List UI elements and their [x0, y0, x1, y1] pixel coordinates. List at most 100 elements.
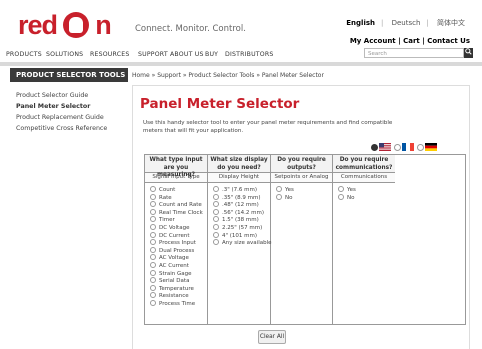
option-label: Real Time Clock	[159, 209, 203, 216]
option-row[interactable]: Timer	[150, 216, 207, 224]
logo-text-lion: n	[95, 10, 111, 40]
lang-chinese[interactable]: 简体中文	[434, 19, 468, 27]
radio-button[interactable]	[213, 239, 219, 246]
sidebar-item-panel-meter-selector[interactable]: Panel Meter Selector	[16, 101, 107, 112]
option-row[interactable]: No	[276, 193, 332, 202]
radio-button[interactable]	[150, 269, 156, 276]
radio-button[interactable]	[213, 208, 219, 215]
option-row[interactable]: DC Current	[150, 231, 207, 240]
radio-button[interactable]	[150, 208, 156, 215]
radio-button[interactable]	[150, 261, 156, 268]
radio-button[interactable]	[213, 186, 219, 192]
lang-english[interactable]: English	[343, 19, 378, 27]
header-divider	[0, 62, 482, 66]
option-row[interactable]: Process Input	[150, 239, 207, 247]
radio-button[interactable]	[150, 277, 156, 284]
option-label: Dual Process	[159, 247, 195, 254]
option-row[interactable]: No	[338, 193, 395, 202]
option-row[interactable]: DC Voltage	[150, 223, 207, 232]
option-label: Any size available	[222, 240, 272, 247]
site-header: red n Connect. Monitor. Control. English…	[0, 0, 482, 62]
option-row[interactable]: AC Voltage	[150, 254, 207, 262]
contact-us-link[interactable]: Contact Us	[427, 37, 470, 45]
option-label: Timer	[159, 217, 175, 224]
option-label: DC Voltage	[159, 224, 190, 231]
nav-buy[interactable]: BUY	[205, 51, 218, 58]
my-account-link[interactable]: My Account	[350, 37, 396, 45]
option-row[interactable]: Count	[150, 186, 207, 194]
option-row[interactable]: 4" (101 mm)	[213, 231, 270, 240]
option-list: .3" (7.6 mm) .35" (8.9 mm) .48" (12 mm) .56…	[208, 183, 272, 247]
radio-button[interactable]	[213, 201, 219, 208]
option-label: Resistance	[159, 293, 189, 300]
sidebar-item-competitive-cross-reference[interactable]: Competitive Cross Reference	[16, 123, 107, 134]
option-row[interactable]: Serial Data	[150, 277, 207, 285]
option-row[interactable]: AC Current	[150, 261, 207, 270]
option-label: Rate	[159, 194, 172, 201]
radio-button[interactable]	[338, 186, 344, 192]
radio-button[interactable]	[150, 246, 156, 253]
radio-button[interactable]	[338, 193, 344, 200]
radio-button[interactable]	[150, 239, 156, 246]
option-row[interactable]: Rate	[150, 193, 207, 202]
column-subheader: Signal Input Type	[145, 173, 207, 183]
radio-button[interactable]	[150, 193, 156, 200]
us-flag-icon	[379, 143, 391, 151]
search-button[interactable]	[464, 48, 473, 58]
flag-radio-de[interactable]	[417, 144, 424, 151]
radio-button[interactable]	[150, 284, 156, 291]
option-label: Temperature	[159, 285, 194, 292]
search-input[interactable]: Search	[364, 48, 464, 58]
option-label: Process Input	[159, 240, 196, 247]
radio-button[interactable]	[276, 186, 282, 192]
option-label: Serial Data	[159, 278, 190, 285]
radio-button[interactable]	[150, 292, 156, 299]
radio-button[interactable]	[213, 223, 219, 230]
option-row[interactable]: Count and Rate	[150, 201, 207, 209]
nav-solutions[interactable]: SOLUTIONS	[46, 51, 83, 58]
option-row[interactable]: Any size available	[213, 239, 272, 247]
radio-button[interactable]	[150, 201, 156, 208]
nav-about-us[interactable]: ABOUT US	[170, 51, 204, 58]
radio-button[interactable]	[150, 254, 156, 261]
option-row[interactable]: .56" (14.2 mm)	[213, 208, 270, 217]
option-row[interactable]: Yes	[338, 186, 395, 194]
option-row[interactable]: .3" (7.6 mm)	[213, 186, 270, 194]
option-row[interactable]: Dual Process	[150, 246, 207, 255]
lang-deutsch[interactable]: Deutsch	[389, 19, 424, 27]
option-row[interactable]: .35" (8.9 mm)	[213, 193, 270, 202]
option-row[interactable]: Strain Gage	[150, 269, 207, 278]
radio-button[interactable]	[150, 223, 156, 230]
cart-link[interactable]: Cart	[403, 37, 420, 45]
radio-button[interactable]	[213, 193, 219, 200]
option-row[interactable]: Real Time Clock	[150, 208, 207, 217]
option-row[interactable]: 1.5" (38 mm)	[213, 216, 270, 224]
nav-support[interactable]: SUPPORT	[138, 51, 168, 58]
radio-button[interactable]	[150, 186, 156, 192]
option-row[interactable]: Process Time	[150, 299, 207, 308]
option-label: AC Voltage	[159, 255, 189, 262]
radio-button[interactable]	[276, 193, 282, 200]
option-row[interactable]: .48" (12 mm)	[213, 201, 270, 209]
radio-button[interactable]	[150, 299, 156, 306]
nav-products[interactable]: PRODUCTS	[6, 51, 42, 58]
radio-button[interactable]	[150, 231, 156, 238]
sidebar-nav: Product Selector Guide Panel Meter Selec…	[16, 90, 107, 134]
red-lion-logo[interactable]: red n	[18, 10, 112, 40]
flag-radio-us[interactable]	[371, 144, 378, 151]
sidebar-item-product-replacement-guide[interactable]: Product Replacement Guide	[16, 112, 107, 123]
option-row[interactable]: Resistance	[150, 292, 207, 300]
nav-resources[interactable]: RESOURCES	[90, 51, 129, 58]
option-label: No	[347, 194, 355, 201]
option-row[interactable]: Yes	[276, 186, 332, 194]
radio-button[interactable]	[150, 216, 156, 223]
flag-radio-fr[interactable]	[394, 144, 401, 151]
sidebar-item-product-selector-guide[interactable]: Product Selector Guide	[16, 90, 107, 101]
clear-all-button[interactable]: Clear All	[258, 330, 286, 344]
option-row[interactable]: Temperature	[150, 284, 207, 293]
germany-flag-icon	[425, 143, 437, 151]
radio-button[interactable]	[213, 216, 219, 223]
nav-distributors[interactable]: DISTRIBUTORS	[225, 51, 273, 58]
option-row[interactable]: 2.25" (57 mm)	[213, 223, 270, 232]
radio-button[interactable]	[213, 231, 219, 238]
